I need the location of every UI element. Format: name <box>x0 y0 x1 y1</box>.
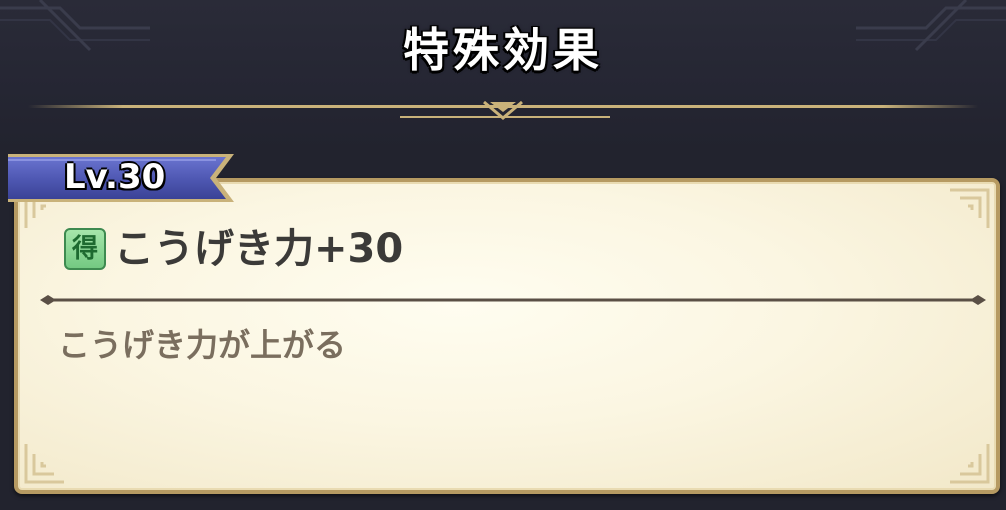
effect-description: こうげき力が上がる <box>58 326 347 364</box>
effect-name: こうげき力+30 <box>114 226 404 272</box>
title-divider <box>28 100 978 120</box>
acquired-badge-icon: 得 <box>64 228 106 270</box>
panel-ornament-bottom-right <box>950 444 990 484</box>
header-bar: 特殊効果 <box>0 0 1006 150</box>
content-separator <box>40 295 986 305</box>
level-label: Lv.30 <box>64 157 166 197</box>
panel-ornament-top-right <box>950 188 990 228</box>
page-title: 特殊効果 <box>403 23 603 77</box>
panel-ornament-bottom-left <box>24 444 64 484</box>
